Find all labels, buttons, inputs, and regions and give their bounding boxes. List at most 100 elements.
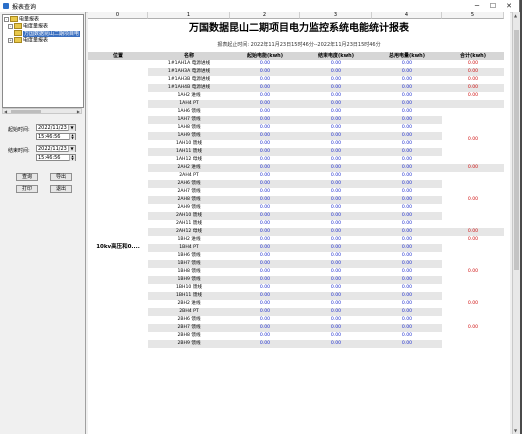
spin-updown-icon[interactable]: ▲ ▼ xyxy=(69,134,75,140)
table-row[interactable]: 2AH12 母线 0.00 0.00 0.00 0.00 xyxy=(88,228,504,236)
cell-e: 0.00 xyxy=(330,157,342,162)
end-time-spinner[interactable]: 15:46:56 ▲ ▼ xyxy=(36,154,76,161)
table-row[interactable]: 1#1AH4B 电源进线 0.00 0.00 0.00 0.00 xyxy=(88,84,504,92)
table-row[interactable]: 2AH2 进线 0.00 0.00 0.00 0.00 xyxy=(88,164,504,172)
query-button[interactable]: 查询 xyxy=(16,173,38,181)
print-button[interactable]: 打印 xyxy=(16,185,38,193)
grid-col-header[interactable]: 2 xyxy=(230,12,300,19)
cell-name: 1AH8 馈线 xyxy=(177,125,201,130)
cell-t: 0.00 xyxy=(401,77,413,82)
scrollbar-thumb[interactable] xyxy=(11,110,41,113)
cell-s: 0.00 xyxy=(259,197,271,202)
cell-e: 0.00 xyxy=(330,69,342,74)
cell-e: 0.00 xyxy=(330,221,342,226)
scroll-right-icon[interactable]: ▶ xyxy=(77,109,80,114)
scroll-up-icon[interactable]: ▲ xyxy=(514,13,517,18)
table-row[interactable]: 1AH6 馈线 0.00 0.00 0.00 xyxy=(88,108,504,116)
table-row[interactable]: 1#1AH1A 电源进线 0.00 0.00 0.00 0.00 xyxy=(88,60,504,68)
minimize-icon[interactable]: ─ xyxy=(470,0,484,12)
cell-e: 0.00 xyxy=(330,77,342,82)
report-tree[interactable]: - 电量报表 - 电度量报表 万国数据昆山二期项目电 + 电度量报表 xyxy=(2,14,84,108)
end-date-picker[interactable]: 2022/11/23 ▼ xyxy=(36,145,76,152)
chevron-down-icon[interactable]: ▼ xyxy=(68,125,75,131)
grid-col-header[interactable]: 1 xyxy=(148,12,230,19)
collapse-icon[interactable]: - xyxy=(4,16,9,22)
app-icon xyxy=(3,3,9,9)
table-row[interactable]: 1#1AH3A 电源进线 0.00 0.00 0.00 0.00 xyxy=(88,68,504,76)
cell-e: 0.00 xyxy=(330,213,342,218)
position-cell: 10kv高压和0.... xyxy=(88,60,148,434)
cell-sum: 0.00 xyxy=(467,77,479,82)
cell-sum: 0.00 xyxy=(467,61,479,66)
scroll-down-icon[interactable]: ▼ xyxy=(514,428,517,433)
folder-icon xyxy=(14,23,22,29)
scrollbar-thumb[interactable] xyxy=(514,30,519,270)
cell-s: 0.00 xyxy=(259,261,271,266)
cell-s: 0.00 xyxy=(259,333,271,338)
cell-name: 1#1AH3B 电源进线 xyxy=(167,77,211,82)
close-icon[interactable]: ✕ xyxy=(502,0,516,12)
cell-s: 0.00 xyxy=(259,141,271,146)
cell-s: 0.00 xyxy=(259,237,271,242)
header-total: 总用电量(kwh) xyxy=(388,53,426,59)
export-button[interactable]: 导出 xyxy=(50,173,72,181)
tree-horizontal-scrollbar[interactable]: ◀ ▶ xyxy=(2,108,82,114)
cell-name: 1BH8 馈线 xyxy=(177,269,201,274)
cell-t: 0.00 xyxy=(401,117,413,122)
cell-name: 2BH7 馈线 xyxy=(177,325,201,330)
tree-node-root[interactable]: - 电量报表 xyxy=(4,16,39,23)
cell-sum: 0.00 xyxy=(467,301,479,306)
cell-e: 0.00 xyxy=(330,245,342,250)
cell-t: 0.00 xyxy=(401,237,413,242)
cell-e: 0.00 xyxy=(330,269,342,274)
grid-col-header[interactable]: 3 xyxy=(300,12,372,19)
header-position: 位置 xyxy=(112,53,123,59)
cell-name: 1#1AH4B 电源进线 xyxy=(167,85,211,90)
table-row[interactable]: 1BH2 进线 0.00 0.00 0.00 0.00 xyxy=(88,236,504,244)
cell-t: 0.00 xyxy=(401,149,413,154)
start-time-spinner[interactable]: 15:46:56 ▲ ▼ xyxy=(36,133,76,140)
exit-button[interactable]: 退出 xyxy=(50,185,72,193)
grid-col-header[interactable]: 4 xyxy=(372,12,442,19)
folder-icon xyxy=(14,30,22,36)
report-grid[interactable]: 0 1 2 3 4 5 万国数据昆山二期项目电力监控系统电能统计报表 报表起止时… xyxy=(88,12,510,434)
start-date-picker[interactable]: 2022/11/23 ▼ xyxy=(36,124,76,131)
table-row[interactable]: 1AH4 PT 0.00 0.00 0.00 xyxy=(88,100,504,108)
collapse-icon[interactable]: - xyxy=(8,23,13,29)
cell-s: 0.00 xyxy=(259,253,271,258)
merged-sum-cell: 0.00 xyxy=(442,172,504,228)
cell-t: 0.00 xyxy=(401,253,413,258)
cell-s: 0.00 xyxy=(259,285,271,290)
spin-updown-icon[interactable]: ▲ ▼ xyxy=(69,155,75,161)
cell-sum: 0.00 xyxy=(467,93,479,98)
cell-sum: 0.00 xyxy=(467,229,479,234)
cell-name: 2AH6 馈线 xyxy=(177,181,201,186)
cell-s: 0.00 xyxy=(259,69,271,74)
table-row[interactable]: 1AH2 进线 0.00 0.00 0.00 0.00 xyxy=(88,92,504,100)
expand-icon[interactable]: + xyxy=(8,37,13,43)
report-query-window: 报表查询 ─ ☐ ✕ - 电量报表 - 电度量报表 万国数据昆山二期项目电 + 电度量… xyxy=(0,0,520,434)
cell-name: 2AH10 馈线 xyxy=(175,213,202,218)
cell-name: 1#1AH3A 电源进线 xyxy=(167,69,211,74)
chevron-down-icon[interactable]: ▼ xyxy=(68,146,75,152)
tree-node-kunshan-project[interactable]: 万国数据昆山二期项目电 xyxy=(14,30,81,37)
maximize-icon[interactable]: ☐ xyxy=(486,0,500,12)
cell-name: 1AH10 馈线 xyxy=(175,141,202,146)
cell-t: 0.00 xyxy=(401,125,413,130)
table-row[interactable]: 2BH2 进线 0.00 0.00 0.00 0.00 xyxy=(88,300,504,308)
cell-name: 2AH8 馈线 xyxy=(177,197,201,202)
cell-e: 0.00 xyxy=(330,85,342,90)
scroll-left-icon[interactable]: ◀ xyxy=(4,109,7,114)
grid-col-header[interactable]: 0 xyxy=(88,12,148,19)
table-row[interactable]: 1#1AH3B 电源进线 0.00 0.00 0.00 0.00 xyxy=(88,76,504,84)
report-vertical-scrollbar[interactable]: ▲ ▼ xyxy=(512,12,520,434)
cell-e: 0.00 xyxy=(330,317,342,322)
grid-col-header[interactable]: 5 xyxy=(442,12,504,19)
tree-node-energy-report[interactable]: - 电度量报表 xyxy=(8,23,48,30)
cell-name: 1AH7 馈线 xyxy=(177,117,201,122)
cell-t: 0.00 xyxy=(401,325,413,330)
end-time-label: 结束时间: xyxy=(8,148,30,154)
cell-s: 0.00 xyxy=(259,325,271,330)
merged-sum-cell: 0.00 xyxy=(442,244,504,300)
tree-node-energy-report-2[interactable]: + 电度量报表 xyxy=(8,37,48,44)
